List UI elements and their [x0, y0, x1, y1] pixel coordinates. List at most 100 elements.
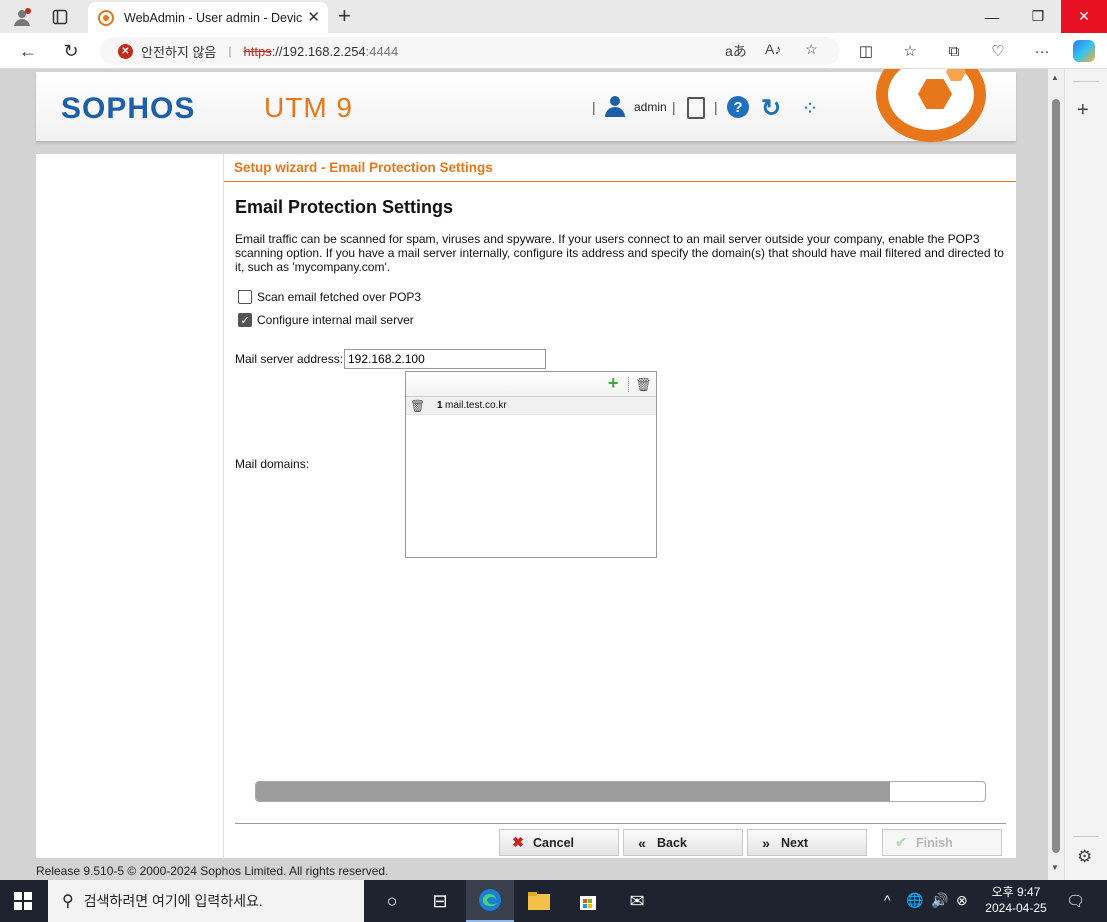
taskbar-clock[interactable]: 오후 9:47 2024-04-25 — [978, 884, 1054, 916]
wizard-title-rule — [224, 181, 1016, 182]
double-right-chevron-icon: » — [762, 834, 770, 851]
new-tab-icon[interactable]: + — [338, 3, 351, 29]
browser-essentials-icon[interactable]: ♡ — [987, 40, 1009, 62]
left-panel — [36, 154, 224, 858]
mail-domains-label: Mail domains: — [235, 457, 310, 471]
finish-button[interactable]: ✔ Finish — [882, 829, 1002, 856]
sidebar-add-icon[interactable]: + — [1077, 99, 1089, 122]
search-icon: ⚲ — [62, 893, 74, 910]
internal-server-option[interactable]: ✓ Configure internal mail server — [238, 313, 414, 327]
domain-value[interactable]: mail.test.co.kr — [445, 400, 507, 411]
cortana-icon[interactable]: ○ — [368, 880, 416, 922]
header-divider: | — [592, 99, 596, 115]
tray-overflow-icon[interactable]: ^ — [884, 892, 891, 908]
product-name: UTM 9 — [264, 92, 353, 123]
address-bar[interactable]: ✕ 안전하지 않음 | https ://192.168.2.254 :4444… — [100, 37, 840, 65]
scan-pop3-label[interactable]: Scan email fetched over POP3 — [257, 290, 421, 304]
scroll-up-icon[interactable]: ▲ — [1051, 73, 1059, 82]
clock-time: 오후 9:47 — [991, 885, 1041, 899]
browser-tab[interactable]: WebAdmin - User admin - Devic ✕ — [88, 2, 328, 33]
url-separator: | — [228, 44, 232, 58]
server-address-input[interactable]: 192.168.2.100 — [344, 349, 546, 369]
network-globe-icon[interactable]: 🌐 — [906, 892, 923, 909]
not-secure-icon[interactable]: ✕ — [118, 43, 133, 59]
section-heading: Email Protection Settings — [235, 197, 454, 217]
user-name[interactable]: admin — [634, 100, 667, 114]
search-placeholder: 검색하려면 여기에 입력하세요. — [83, 893, 263, 909]
tab-actions-icon[interactable] — [48, 5, 72, 29]
back-label: Back — [657, 835, 687, 850]
next-button[interactable]: » Next — [747, 829, 867, 856]
minimize-icon[interactable]: — — [969, 0, 1015, 33]
scroll-down-icon[interactable]: ▼ — [1051, 863, 1059, 872]
finish-label: Finish — [916, 835, 953, 850]
file-explorer-icon[interactable] — [515, 880, 563, 922]
wizard-progress-bar — [255, 781, 986, 802]
delete-all-trash-icon[interactable]: 🗑 — [635, 377, 652, 393]
security-alert-icon[interactable]: ⊗ — [956, 892, 968, 909]
collections-icon[interactable]: ⧉ — [943, 40, 965, 62]
browser-titlebar: WebAdmin - User admin - Devic ✕ + — ❐ ✕ — [0, 0, 1107, 33]
copilot-icon[interactable] — [1073, 40, 1095, 62]
profile-icon[interactable] — [10, 5, 34, 29]
tab-close-icon[interactable]: ✕ — [307, 8, 320, 26]
scan-pop3-option[interactable]: Scan email fetched over POP3 — [238, 290, 421, 304]
sophos-favicon-icon — [98, 9, 114, 26]
clipboard-icon[interactable] — [684, 96, 708, 120]
favorite-star-icon[interactable]: ☆ — [805, 41, 818, 58]
wizard-title: Setup wizard - Email Protection Settings — [234, 160, 493, 175]
url-port: :4444 — [365, 43, 399, 59]
edge-sidebar: + ⚙ — [1064, 69, 1107, 880]
url-scheme: https — [243, 43, 272, 59]
wizard-progress-fill — [256, 782, 891, 801]
windows-taskbar: ⚲ 검색하려면 여기에 입력하세요. ○ ⊟ ✉ ^ 🌐 🔊 ⊗ 오후 9:47… — [0, 880, 1107, 922]
delete-domain-trash-icon[interactable]: 🗑 — [410, 399, 425, 413]
back-arrow-icon[interactable]: ← — [14, 38, 42, 64]
release-footer: Release 9.510-5 © 2000-2024 Sophos Limit… — [36, 864, 389, 878]
windows-start-icon[interactable] — [14, 892, 32, 910]
internal-server-checkbox[interactable]: ✓ — [238, 313, 252, 327]
activity-spinner-icon[interactable]: ⁘ — [797, 96, 821, 120]
reload-icon[interactable]: ↻ — [759, 95, 783, 122]
cancel-x-icon: ✖ — [512, 834, 524, 850]
taskbar-search[interactable]: ⚲ 검색하려면 여기에 입력하세요. — [48, 880, 364, 922]
notification-icon[interactable]: 🗨 — [1066, 892, 1085, 910]
double-left-chevron-icon: « — [638, 834, 646, 851]
task-view-icon[interactable]: ⊟ — [416, 880, 464, 922]
back-button[interactable]: « Back — [623, 829, 743, 856]
cancel-label: Cancel — [533, 835, 574, 850]
page-scrollbar[interactable]: ▲ ▼ — [1048, 69, 1064, 880]
refresh-icon[interactable]: ↻ — [57, 38, 85, 64]
sophos-hex-emblem-icon — [876, 69, 986, 142]
address-toolbar: ← ↻ ✕ 안전하지 않음 | https ://192.168.2.254 :… — [0, 33, 1107, 69]
window-close-icon[interactable]: ✕ — [1061, 0, 1107, 33]
internal-server-label[interactable]: Configure internal mail server — [257, 313, 414, 327]
mail-domains-list[interactable]: + 🗑 🗑 1 mail.test.co.kr — [405, 371, 657, 558]
cancel-button[interactable]: ✖ Cancel — [499, 829, 619, 856]
scroll-thumb[interactable] — [1052, 99, 1060, 853]
split-screen-icon[interactable]: ◫ — [855, 40, 877, 62]
not-secure-label[interactable]: 안전하지 않음 — [141, 42, 216, 61]
microsoft-store-icon[interactable] — [564, 880, 612, 922]
add-domain-icon[interactable]: + — [608, 373, 619, 394]
edge-taskbar-icon[interactable] — [466, 880, 514, 922]
favorites-icon[interactable]: ☆ — [899, 40, 921, 62]
toolbar-separator — [628, 377, 629, 392]
translate-icon[interactable]: aあ — [725, 41, 747, 61]
list-item[interactable]: 🗑 1 mail.test.co.kr — [406, 397, 656, 415]
volume-icon[interactable]: 🔊 — [931, 892, 948, 909]
utm-header: SOPHOS UTM 9 | admin | | ? ↻ ⁘ — [36, 69, 1016, 142]
clock-date: 2024-04-25 — [985, 901, 1047, 915]
section-description: Email traffic can be scanned for spam, v… — [235, 232, 1004, 274]
more-menu-icon[interactable]: ··· — [1031, 40, 1053, 62]
page-viewport: SOPHOS UTM 9 | admin | | ? ↻ ⁘ Setup wiz… — [0, 69, 1048, 880]
read-aloud-icon[interactable]: A♪ — [765, 41, 781, 57]
restore-icon[interactable]: ❐ — [1015, 0, 1061, 33]
header-divider: | — [714, 99, 718, 115]
scan-pop3-checkbox[interactable] — [238, 290, 252, 304]
sidebar-settings-gear-icon[interactable]: ⚙ — [1077, 847, 1092, 867]
user-icon[interactable] — [604, 96, 626, 118]
help-icon[interactable]: ? — [727, 96, 749, 118]
mail-icon[interactable]: ✉ — [613, 880, 661, 922]
sophos-logo: SOPHOS — [61, 92, 196, 125]
